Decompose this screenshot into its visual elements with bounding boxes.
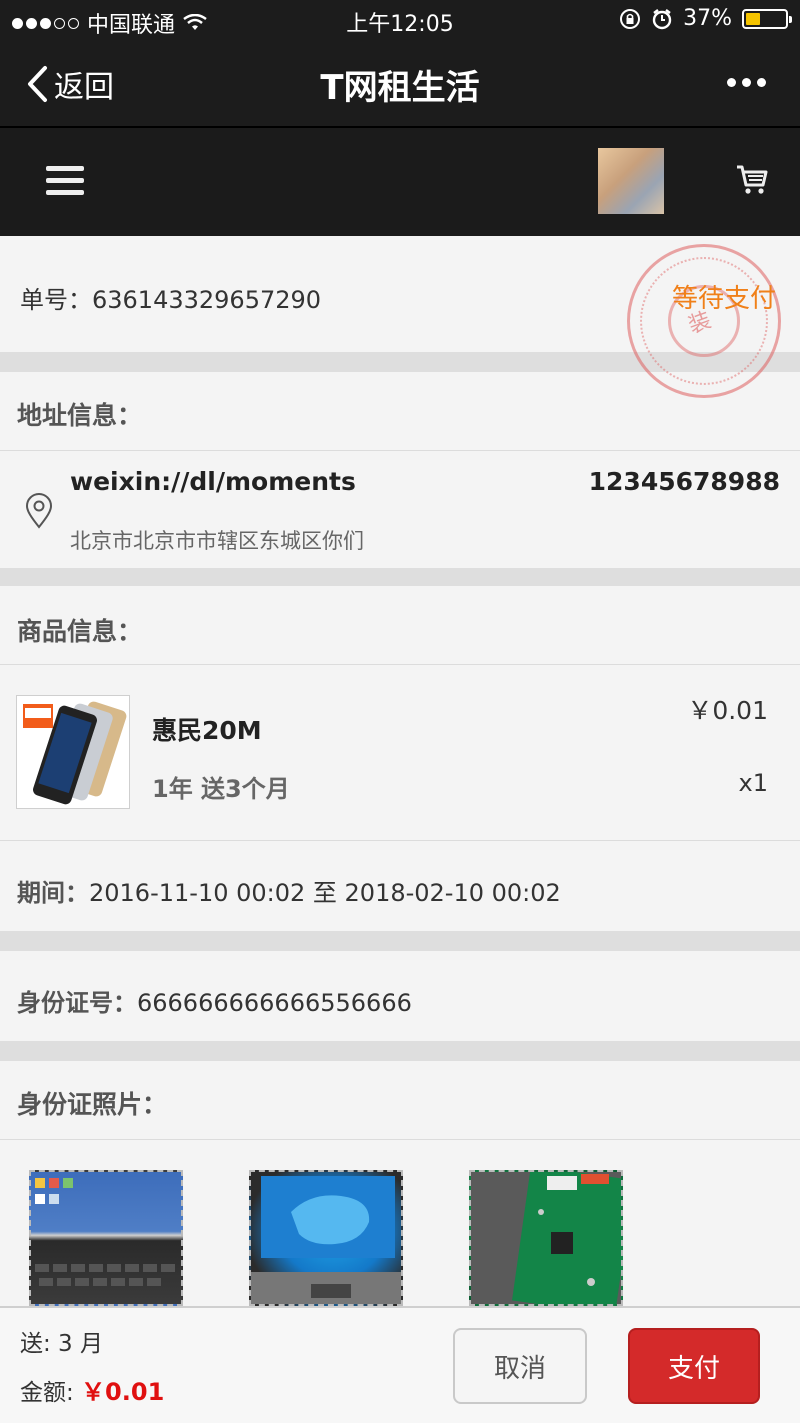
address-row[interactable]: weixin://dl/moments 12345678988 北京市北京市市辖… bbox=[0, 451, 800, 568]
product-item[interactable]: 惠民20M 1年 送3个月 ￥0.01 x1 bbox=[0, 665, 800, 840]
id-number-value: 666666666666556666 bbox=[137, 989, 412, 1017]
site-toolbar bbox=[0, 126, 800, 236]
address-detail: 北京市北京市市辖区东城区你们 bbox=[70, 529, 364, 553]
section-gap bbox=[0, 931, 800, 951]
amount-value: ￥0.01 bbox=[81, 1378, 165, 1406]
recipient-phone: 12345678988 bbox=[588, 467, 780, 496]
id-number: 身份证号：666666666666556666 bbox=[17, 983, 412, 1018]
id-photos-row bbox=[0, 1140, 800, 1306]
address-section-title: 地址信息： bbox=[17, 401, 143, 430]
more-dot-icon bbox=[742, 78, 751, 87]
more-button[interactable] bbox=[727, 78, 766, 87]
order-detail: 单号：636143329657290 地址信息： weixin://dl/mom… bbox=[0, 236, 800, 1306]
status-stamp: 装 bbox=[627, 244, 781, 398]
product-spec: 1年 送3个月 bbox=[152, 775, 290, 803]
total-amount: 金额: ￥0.01 bbox=[20, 1372, 164, 1407]
period-value: 2016-11-10 00:02 至 2018-02-10 00:02 bbox=[89, 879, 561, 907]
cancel-button[interactable]: 取消 bbox=[453, 1328, 587, 1404]
product-title-row: 商品信息： bbox=[0, 586, 800, 664]
location-pin-icon bbox=[25, 493, 53, 529]
page-title: T网租生活 bbox=[320, 68, 480, 108]
pay-button[interactable]: 支付 bbox=[628, 1328, 760, 1404]
rental-period: 期间：2016-11-10 00:02 至 2018-02-10 00:02 bbox=[17, 873, 561, 908]
battery-icon bbox=[742, 8, 792, 29]
phone-product-image bbox=[23, 701, 127, 805]
section-gap bbox=[0, 568, 800, 586]
checkout-bar: 送: 3 月 金额: ￥0.01 取消 支付 bbox=[0, 1306, 800, 1423]
rotation-lock-icon bbox=[620, 8, 641, 29]
period-label: 期间： bbox=[17, 879, 89, 907]
more-dot-icon bbox=[757, 78, 766, 87]
id-photo-thumbnail[interactable] bbox=[249, 1170, 403, 1306]
recipient-name: weixin://dl/moments bbox=[70, 467, 356, 496]
amount-label: 金额: bbox=[20, 1380, 82, 1406]
nav-bar: 返回 T网租生活 bbox=[0, 40, 800, 126]
more-dot-icon bbox=[727, 78, 736, 87]
id-photo-thumbnail[interactable] bbox=[29, 1170, 183, 1306]
section-gap bbox=[0, 1041, 800, 1061]
product-section-title: 商品信息： bbox=[17, 617, 143, 646]
order-number-label: 单号： bbox=[20, 286, 92, 314]
product-image bbox=[16, 695, 130, 809]
product-name: 惠民20M bbox=[152, 716, 262, 745]
id-number-row: 身份证号：666666666666556666 bbox=[0, 951, 800, 1041]
id-photos-title: 身份证照片： bbox=[17, 1090, 168, 1119]
order-number: 单号：636143329657290 bbox=[20, 280, 321, 315]
product-price: ￥0.01 bbox=[687, 696, 768, 725]
menu-icon[interactable] bbox=[46, 166, 84, 202]
status-bar: 中国联通 上午12:05 37% bbox=[0, 0, 800, 40]
cart-icon[interactable] bbox=[735, 164, 769, 196]
id-photos-title-row: 身份证照片： bbox=[0, 1061, 800, 1139]
product-quantity: x1 bbox=[738, 769, 768, 797]
order-number-value: 636143329657290 bbox=[92, 286, 322, 314]
order-status: 等待支付 bbox=[672, 284, 777, 314]
id-photo-thumbnail[interactable] bbox=[469, 1170, 623, 1306]
status-right: 37% bbox=[619, 6, 792, 31]
battery-percent: 37% bbox=[683, 6, 732, 31]
id-number-label: 身份证号： bbox=[17, 989, 137, 1017]
period-row: 期间：2016-11-10 00:02 至 2018-02-10 00:02 bbox=[0, 841, 800, 931]
bonus-months: 送: 3 月 bbox=[20, 1331, 104, 1357]
alarm-icon bbox=[652, 8, 672, 29]
avatar[interactable] bbox=[598, 148, 664, 214]
